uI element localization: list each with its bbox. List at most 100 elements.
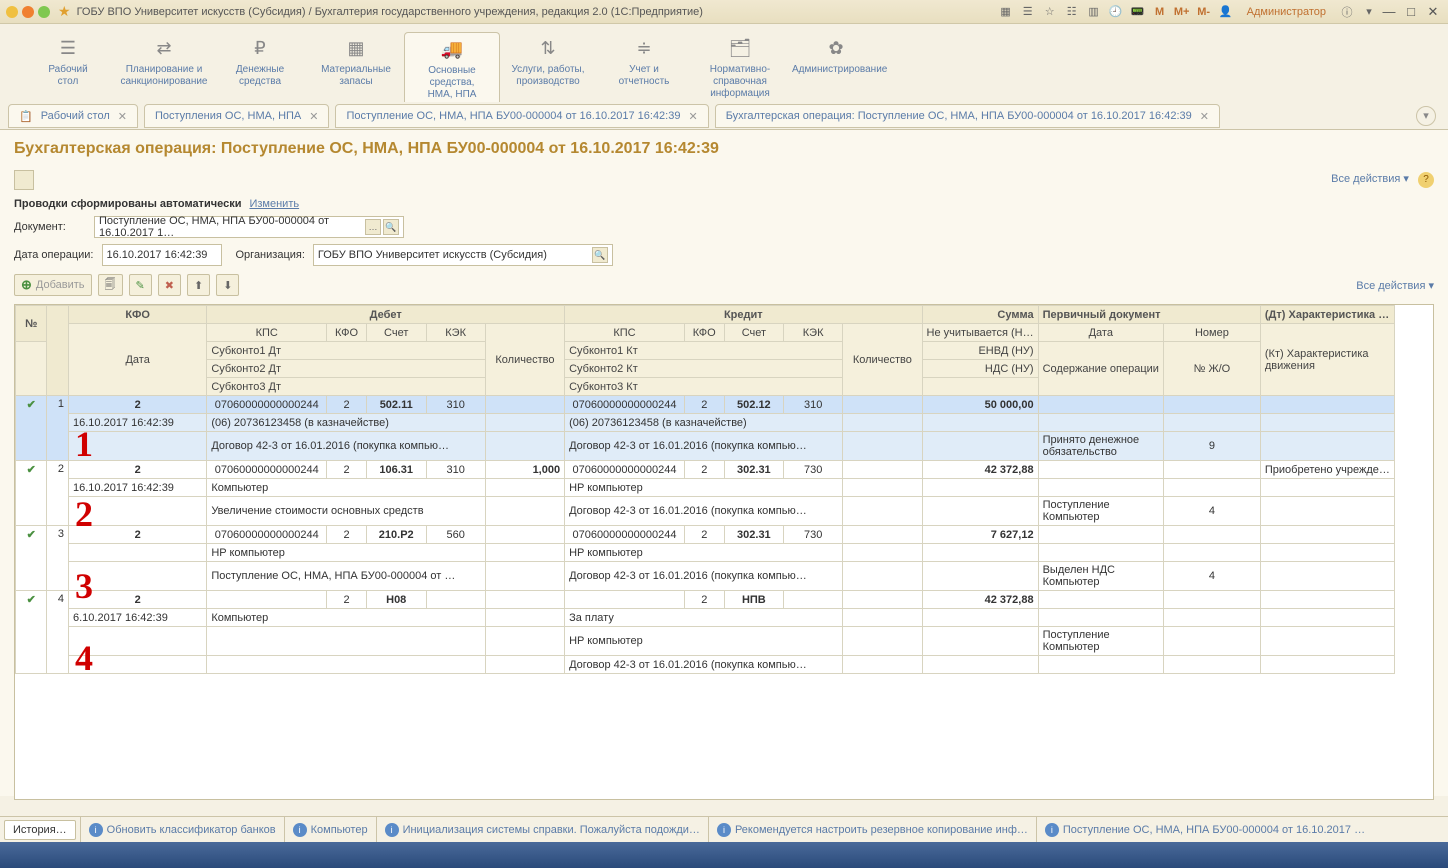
status-item-1[interactable]: iКомпьютер xyxy=(284,817,376,842)
table-row[interactable]: ✔ 4 2 2H08 2НПВ 42 372,88 xyxy=(16,591,1395,609)
table-row-sub[interactable]: 16.10.2017 16:42:39 (06) 20736123458 (в … xyxy=(16,414,1395,432)
table-row-sub[interactable]: Поступление ОС, НМА, НПА БУ00-000004 от … xyxy=(16,562,1395,591)
edit-button[interactable]: ✎ xyxy=(129,274,152,296)
maximize-button[interactable]: □ xyxy=(1400,4,1422,19)
nav-item-3[interactable]: ▦Материальныезапасы xyxy=(308,32,404,102)
calc-icon[interactable]: 📟 xyxy=(1129,3,1147,21)
col-content[interactable]: Содержание операции xyxy=(1038,342,1163,396)
calc-mplus[interactable]: M+ xyxy=(1173,3,1191,21)
col-date[interactable]: Дата xyxy=(69,324,207,396)
close-icon[interactable]: ✕ xyxy=(1200,110,1209,123)
col-nds[interactable]: НДС (НУ) xyxy=(922,360,1038,378)
col-kfo[interactable]: КФО xyxy=(69,306,207,324)
tb-icon-2[interactable]: ☰ xyxy=(1019,3,1037,21)
tab-1[interactable]: Поступления ОС, НМА, НПА✕ xyxy=(144,104,329,128)
table-row-sub[interactable]: Договор 42-3 от 16.01.2016 (покупка комп… xyxy=(16,656,1395,674)
table-row-sub[interactable]: Договор 42-3 от 16.01.2016 (покупка комп… xyxy=(16,432,1395,461)
dropdown-icon[interactable]: ▾ xyxy=(1360,3,1378,21)
col-d-kek[interactable]: КЭК xyxy=(426,324,485,342)
col-k-sub1[interactable]: Субконто1 Кт xyxy=(565,342,843,360)
table-row[interactable]: ✔ 3 2 070600000000002442210.Р2560 070600… xyxy=(16,526,1395,544)
nav-item-4[interactable]: 🚚Основные средства,НМА, НПА xyxy=(404,32,500,102)
col-d-qty[interactable]: Количество xyxy=(485,324,564,396)
col-d-kps[interactable]: КПС xyxy=(207,324,327,342)
nav-item-8[interactable]: ✿Администрирование xyxy=(788,32,884,102)
all-actions-table-link[interactable]: Все действия ▾ xyxy=(1356,279,1434,292)
tab-3[interactable]: Бухгалтерская операция: Поступление ОС, … xyxy=(715,104,1220,128)
calc-mminus[interactable]: M- xyxy=(1195,3,1213,21)
col-char-dt[interactable]: (Дт) Характеристика … xyxy=(1260,306,1394,324)
table-row-sub[interactable]: Увеличение стоимости основных средств До… xyxy=(16,497,1395,526)
postings-table[interactable]: № КФО Дебет Кредит Сумма Первичный докум… xyxy=(14,304,1434,800)
close-icon[interactable]: ✕ xyxy=(688,110,697,123)
nav-item-6[interactable]: ≑Учет иотчетность xyxy=(596,32,692,102)
col-pd-num[interactable]: Номер xyxy=(1163,324,1260,342)
doc-search-button[interactable]: 🔍 xyxy=(383,219,399,235)
table-row-sub[interactable]: 6.10.2017 16:42:39 Компьютер За плату xyxy=(16,609,1395,627)
col-envd[interactable]: ЕНВД (НУ) xyxy=(922,342,1038,360)
col-d-sch[interactable]: Счет xyxy=(366,324,426,342)
close-button[interactable]: ✕ xyxy=(1422,4,1444,20)
up-button[interactable]: ⬆ xyxy=(187,274,210,296)
expand-button[interactable]: ▾ xyxy=(1416,106,1436,126)
grey-button[interactable] xyxy=(14,170,34,190)
delete-button[interactable]: ✖ xyxy=(158,274,181,296)
nav-item-7[interactable]: 🗂Нормативно-справочнаяинформация xyxy=(692,32,788,102)
col-sum[interactable]: Сумма xyxy=(922,306,1038,324)
col-char-kt[interactable]: (Кт) Характеристика движения xyxy=(1260,324,1394,396)
nav-item-5[interactable]: ⇅Услуги, работы,производство xyxy=(500,32,596,102)
col-k-sch[interactable]: Счет xyxy=(724,324,783,342)
col-k-qty[interactable]: Количество xyxy=(843,324,922,396)
status-item-2[interactable]: iИнициализация системы справки. Пожалуйс… xyxy=(376,817,708,842)
nav-item-0[interactable]: ☰Рабочийстол xyxy=(20,32,116,102)
copy-button[interactable]: 🗐 xyxy=(98,274,123,296)
help-icon[interactable]: ? xyxy=(1418,172,1434,188)
table-row[interactable]: ✔ 2 2 070600000000002442106.313101,000 0… xyxy=(16,461,1395,479)
col-k-kfo[interactable]: КФО xyxy=(684,324,724,342)
col-k-sub3[interactable]: Субконто3 Кт xyxy=(565,378,843,396)
down-button[interactable]: ⬇ xyxy=(216,274,239,296)
col-k-sub2[interactable]: Субконто2 Кт xyxy=(565,360,843,378)
all-actions-link[interactable]: Все действия ▾ xyxy=(1331,173,1409,185)
table-row-sub[interactable]: HP компьютер Поступление Компьютер xyxy=(16,627,1395,656)
nav-item-2[interactable]: ₽Денежныесредства xyxy=(212,32,308,102)
table-row-sub[interactable]: HP компьютер HP компьютер xyxy=(16,544,1395,562)
col-d-sub1[interactable]: Субконто1 Дт xyxy=(207,342,485,360)
col-d-kfo[interactable]: КФО xyxy=(327,324,367,342)
col-debit[interactable]: Дебет xyxy=(207,306,565,324)
col-d-sub3[interactable]: Субконто3 Дт xyxy=(207,378,485,396)
tab-0[interactable]: 📋 Рабочий стол✕ xyxy=(8,104,138,128)
status-item-0[interactable]: iОбновить классификатор банков xyxy=(80,817,284,842)
col-credit[interactable]: Кредит xyxy=(565,306,922,324)
history-button[interactable]: История… xyxy=(4,820,76,840)
minimize-button[interactable]: — xyxy=(1378,4,1400,19)
add-button[interactable]: ⊕Добавить xyxy=(14,274,92,296)
tb-icon-1[interactable]: ▦ xyxy=(997,3,1015,21)
tb-icon-4[interactable]: ▥ xyxy=(1085,3,1103,21)
col-k-kps[interactable]: КПС xyxy=(565,324,685,342)
nav-item-1[interactable]: ⇄Планирование исанкционирование xyxy=(116,32,212,102)
org-search-button[interactable]: 🔍 xyxy=(592,247,608,263)
col-n[interactable]: № xyxy=(16,306,47,342)
tb-icon-3[interactable]: ☷ xyxy=(1063,3,1081,21)
tb-icon-star[interactable]: ☆ xyxy=(1041,3,1059,21)
col-primdoc[interactable]: Первичный документ xyxy=(1038,306,1260,324)
document-input[interactable]: Поступление ОС, НМА, НПА БУ00-000004 от … xyxy=(94,216,404,238)
table-row[interactable]: ✔ 1 2 070600000000002442502.11310 070600… xyxy=(16,396,1395,414)
org-input[interactable]: ГОБУ ВПО Университет искусств (Субсидия)… xyxy=(313,244,613,266)
col-jo[interactable]: № Ж/О xyxy=(1163,342,1260,396)
status-item-4[interactable]: iПоступление ОС, НМА, НПА БУ00-000004 от… xyxy=(1036,817,1373,842)
info-icon[interactable]: ⓘ xyxy=(1338,3,1356,21)
status-item-3[interactable]: iРекомендуется настроить резервное копир… xyxy=(708,817,1036,842)
close-icon[interactable]: ✕ xyxy=(309,110,318,123)
table-row-sub[interactable]: 16.10.2017 16:42:39 Компьютер HP компьют… xyxy=(16,479,1395,497)
tab-2[interactable]: Поступление ОС, НМА, НПА БУ00-000004 от … xyxy=(335,104,708,128)
tb-icon-5[interactable]: 🕘 xyxy=(1107,3,1125,21)
change-link[interactable]: Изменить xyxy=(249,198,299,210)
doc-ellipsis-button[interactable]: … xyxy=(365,219,381,235)
close-icon[interactable]: ✕ xyxy=(118,110,127,123)
col-k-kek[interactable]: КЭК xyxy=(784,324,843,342)
date-input[interactable]: 16.10.2017 16:42:39 xyxy=(102,244,222,266)
calc-m[interactable]: M xyxy=(1151,3,1169,21)
col-d-sub2[interactable]: Субконто2 Дт xyxy=(207,360,485,378)
